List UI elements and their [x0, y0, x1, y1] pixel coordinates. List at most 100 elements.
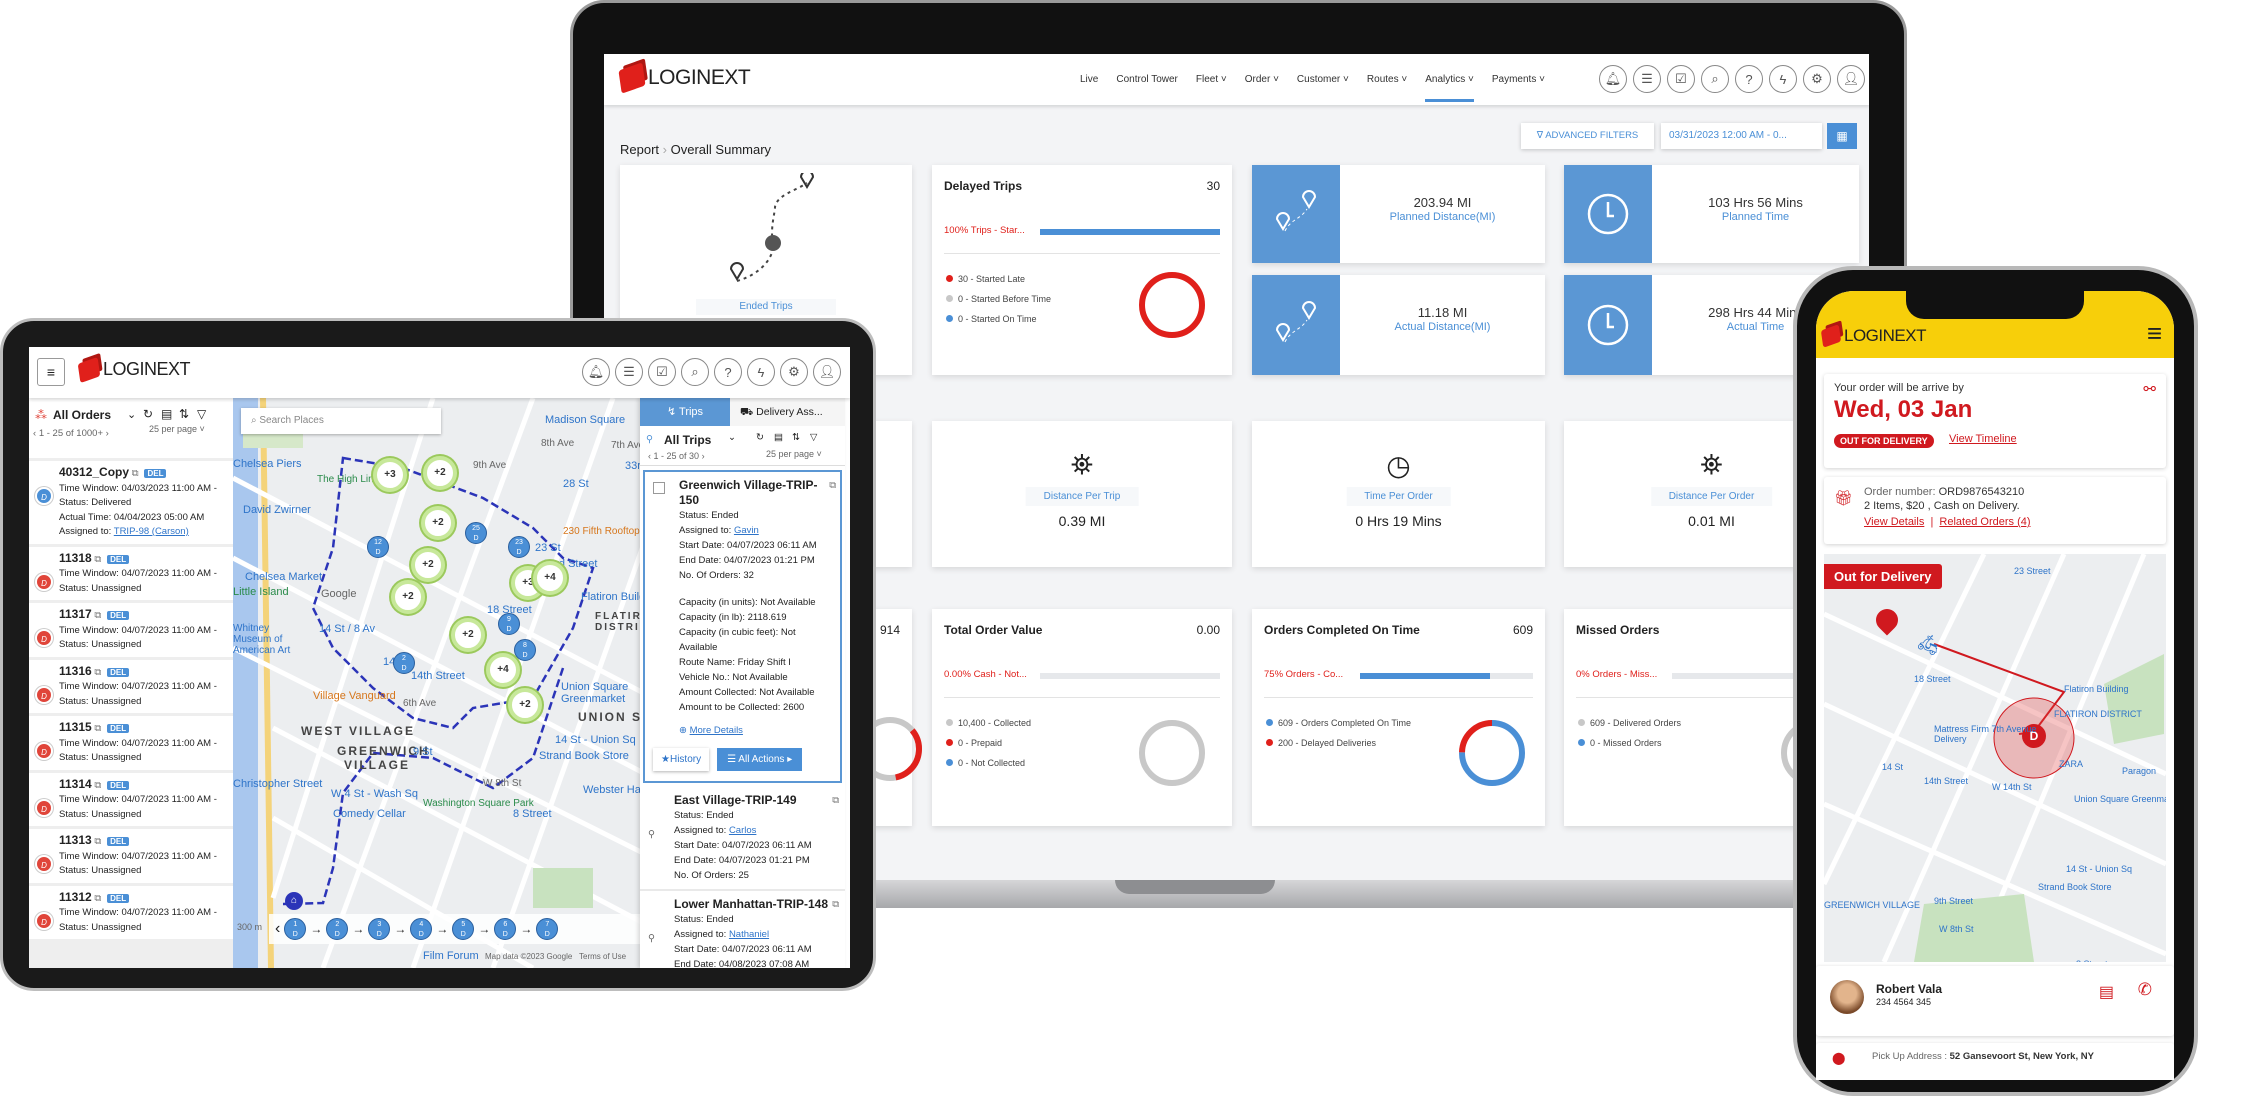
route-step[interactable]: 4D — [410, 918, 433, 940]
map-cluster-marker[interactable]: +4 — [486, 653, 520, 687]
route-step[interactable]: 7D — [536, 918, 559, 940]
order-list-item[interactable]: D 11318 ⧉ DEL Time Window: 04/07/2023 11:00… — [29, 546, 233, 600]
gear-icon[interactable]: ⚙ — [780, 358, 808, 386]
trip-card[interactable]: ⚲ ⧉ Lower Manhattan-TRIP-148 Status: Ended A… — [640, 891, 845, 968]
map-cluster-marker[interactable]: +2 — [508, 688, 542, 722]
edit-icon[interactable]: ⧉ — [94, 723, 101, 734]
order-list-item[interactable]: D 40312_Copy ⧉ DEL Time Window: 04/03/2023 … — [29, 461, 233, 544]
phone-map[interactable]: Out for Delivery 🛵︎ D 23 Street 18 Street… — [1824, 554, 2166, 962]
next-page-icon[interactable]: › — [702, 451, 705, 461]
nav-fleet[interactable]: Fleet ˅ — [1196, 74, 1227, 85]
external-link-icon[interactable]: ⧉ — [829, 478, 836, 493]
breadcrumb-report[interactable]: Report — [620, 142, 659, 157]
logo[interactable]: LOGINEXT — [1820, 324, 1926, 348]
edit-icon[interactable]: ⧉ — [94, 667, 101, 678]
map-order-pin[interactable]: 25 D — [465, 522, 487, 544]
calendar-icon[interactable]: ▤ — [774, 432, 783, 443]
edit-icon[interactable]: ⧉ — [94, 836, 101, 847]
trip-checkbox[interactable] — [653, 482, 665, 494]
assignee-link[interactable]: Carlos — [729, 825, 756, 836]
user-icon[interactable]: 👤︎ — [813, 358, 841, 386]
per-page-select[interactable]: 25 per page ˅ — [766, 449, 822, 459]
nav-order[interactable]: Order ˅ — [1245, 74, 1279, 85]
home-pin-icon[interactable]: ⌂ — [285, 892, 303, 910]
edit-icon[interactable]: ⧉ — [132, 468, 139, 479]
order-list-item[interactable]: D 11312 ⧉ DEL Time Window: 04/07/2023 11:00… — [29, 885, 233, 939]
order-list-item[interactable]: D 11316 ⧉ DEL Time Window: 04/07/2023 11:00… — [29, 659, 233, 713]
route-step[interactable]: 3D — [368, 918, 391, 940]
map-cluster-marker[interactable]: +3 — [373, 458, 407, 492]
nav-analytics[interactable]: Analytics ˅ — [1425, 57, 1474, 102]
help-icon[interactable]: ? — [714, 358, 742, 386]
message-icon[interactable]: ▤ — [2099, 982, 2114, 1002]
sort-icon[interactable]: ⇅ — [179, 407, 189, 421]
more-details-link[interactable]: ⊕ More Details — [679, 723, 832, 738]
route-step[interactable]: 5D — [452, 918, 475, 940]
view-details-link[interactable]: View Details — [1864, 516, 1924, 528]
user-icon[interactable]: 👤︎ — [1837, 65, 1865, 93]
edit-icon[interactable]: ⧉ — [94, 780, 101, 791]
orders-view-select[interactable]: All Orders — [53, 408, 111, 422]
bolt-icon[interactable]: ϟ — [747, 358, 775, 386]
prev-page-icon[interactable]: ‹ — [648, 451, 651, 461]
external-link-icon[interactable]: ⧉ — [832, 793, 839, 808]
bolt-icon[interactable]: ϟ — [1769, 65, 1797, 93]
map-cluster-marker[interactable]: +2 — [423, 456, 457, 490]
sort-icon[interactable]: ⇅ — [792, 432, 800, 443]
trip-card[interactable]: ⚲ ⧉ East Village-TRIP-149 Status: Ended Assi… — [640, 787, 845, 891]
view-timeline-link[interactable]: View Timeline — [1949, 433, 2017, 445]
hamburger-menu-icon[interactable]: ≡ — [2147, 320, 2162, 346]
checklist-icon[interactable]: ☑ — [648, 358, 676, 386]
per-page-select[interactable]: 25 per page ˅ — [149, 424, 205, 434]
refresh-icon[interactable]: ↻ — [143, 407, 153, 421]
map-cluster-marker[interactable]: +2 — [451, 618, 485, 652]
order-list-item[interactable]: D 11317 ⧉ DEL Time Window: 04/07/2023 11:00… — [29, 603, 233, 657]
assignee-link[interactable]: Nathaniel — [729, 929, 769, 940]
checklist-icon[interactable]: ☑ — [1667, 65, 1695, 93]
order-list-item[interactable]: D 11313 ⧉ DEL Time Window: 04/07/2023 11:00… — [29, 829, 233, 883]
chevron-down-icon[interactable]: ⌄ — [728, 432, 736, 443]
filter-icon[interactable]: ▽ — [810, 432, 817, 443]
history-button[interactable]: ★History — [653, 748, 709, 771]
map-cluster-marker[interactable]: +2 — [391, 580, 425, 614]
logo[interactable]: LOGINEXT — [618, 62, 751, 94]
logo[interactable]: LOGINEXT — [77, 356, 191, 383]
chat-icon[interactable]: ☰ — [615, 358, 643, 386]
chevron-left-icon[interactable]: ‹ — [275, 920, 280, 938]
map-cluster-marker[interactable]: +2 — [411, 548, 445, 582]
trip-card-selected[interactable]: ⧉ Greenwich Village-TRIP-150 Status: End… — [643, 470, 842, 783]
edit-icon[interactable]: ⧉ — [94, 893, 101, 904]
order-list-item[interactable]: D 11314 ⧉ DEL Time Window: 04/07/2023 11:00… — [29, 772, 233, 826]
map-order-pin[interactable]: 9D — [498, 613, 520, 635]
edit-icon[interactable]: ⧉ — [94, 610, 101, 621]
refresh-icon[interactable]: ↻ — [756, 432, 764, 443]
chat-icon[interactable]: ☰ — [1633, 65, 1661, 93]
related-orders-link[interactable]: Related Orders (4) — [1939, 516, 2030, 528]
bell-icon[interactable]: 🔔︎ — [1599, 65, 1627, 93]
date-range-field[interactable]: 03/31/2023 12:00 AM - 0... — [1661, 123, 1822, 149]
next-page-icon[interactable]: › — [106, 428, 109, 439]
advanced-filters-button[interactable]: ∇ ADVANCED FILTERS — [1521, 123, 1654, 149]
map-order-pin[interactable]: 2D — [393, 652, 415, 674]
search-icon[interactable]: ⌕ — [681, 358, 709, 386]
assignee-link[interactable]: Gavin — [734, 525, 759, 536]
edit-icon[interactable]: ⧉ — [94, 554, 101, 565]
chevron-down-icon[interactable]: ⌄ — [127, 408, 136, 421]
share-icon[interactable]: ⚯ — [2143, 380, 2156, 398]
menu-icon[interactable]: ≡ — [37, 358, 65, 386]
nav-customer[interactable]: Customer ˅ — [1297, 74, 1349, 85]
bell-icon[interactable]: 🔔︎ — [582, 358, 610, 386]
terms-link[interactable]: Terms of Use — [579, 952, 626, 961]
route-step[interactable]: 1D — [284, 918, 307, 940]
prev-page-icon[interactable]: ‹ — [33, 428, 36, 439]
assigned-trip-link[interactable]: TRIP-98 (Carson) — [114, 526, 189, 537]
nav-routes[interactable]: Routes ˅ — [1367, 74, 1407, 85]
help-icon[interactable]: ? — [1735, 65, 1763, 93]
trips-view-select[interactable]: All Trips — [664, 433, 711, 447]
nav-control-tower[interactable]: Control Tower — [1116, 74, 1178, 85]
map-order-pin[interactable]: 12 D — [367, 536, 389, 558]
calendar-button[interactable]: ▦ — [1827, 123, 1857, 149]
calendar-icon[interactable]: ▤ — [161, 407, 172, 421]
map-order-pin[interactable]: 23 D — [508, 536, 530, 558]
search-icon[interactable]: ⌕ — [1701, 65, 1729, 93]
